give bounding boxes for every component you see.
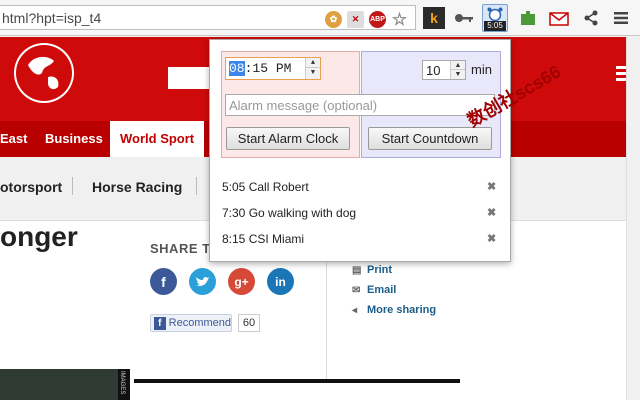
alarm-clock-popup: 08:15 PM ▲ ▼ 10 ▲ ▼ min Alarm message (opt…	[209, 39, 511, 262]
image-border	[134, 379, 460, 383]
time-hour: 08	[229, 61, 245, 76]
spin-up-icon[interactable]: ▲	[306, 58, 320, 68]
alarm-message-input[interactable]: Alarm message (optional)	[225, 94, 495, 116]
alarm-badge: 5:05	[484, 21, 506, 31]
key-icon[interactable]	[453, 7, 475, 29]
email-link[interactable]: ✉ Email	[352, 284, 396, 296]
adblock-icon[interactable]: ABP	[369, 11, 386, 28]
linkedin-share-icon[interactable]: in	[267, 268, 294, 295]
countdown-spinner[interactable]: ▲ ▼	[450, 61, 465, 79]
page-scrollbar[interactable]	[626, 37, 640, 400]
nav-business[interactable]: Business	[45, 121, 103, 157]
print-label: Print	[367, 264, 393, 276]
alarm-time-input[interactable]: 08:15 PM ▲ ▼	[225, 57, 321, 80]
google-plus-share-icon[interactable]: g+	[228, 268, 255, 295]
more-sharing-link[interactable]: ◂ More sharing	[352, 304, 436, 316]
alarm-list-item: 5:05 Call Robert	[222, 180, 309, 194]
time-spinner[interactable]: ▲ ▼	[305, 58, 320, 79]
facebook-share-icon[interactable]: f	[150, 268, 177, 295]
recommend-label: Recommend	[168, 317, 231, 329]
image-credit-strip: IMAGES	[118, 369, 130, 400]
subnav-horse-racing[interactable]: Horse Racing	[92, 179, 182, 195]
countdown-minutes-input[interactable]: 10 ▲ ▼	[422, 60, 466, 80]
browser-toolbar: html?hpt=isp_t4 ✿ ✕ ABP ☆ k 5:05	[0, 0, 640, 36]
globe-logo-icon[interactable]	[14, 43, 74, 103]
puzzle-extension-icon[interactable]	[517, 7, 539, 29]
envelope-icon: ✉	[352, 285, 361, 296]
countdown-value: 10	[426, 63, 441, 78]
klout-icon[interactable]: k	[423, 7, 445, 29]
article-image[interactable]	[0, 369, 118, 400]
spin-down-icon[interactable]: ▼	[306, 68, 320, 78]
share-arrow-icon: ◂	[352, 305, 358, 316]
remove-alarm-icon[interactable]: ✖	[487, 232, 496, 245]
time-rest: :15 PM	[244, 61, 292, 76]
address-bar[interactable]: html?hpt=isp_t4 ✿ ✕ ABP ☆	[0, 5, 416, 30]
url-text: html?hpt=isp_t4	[2, 10, 102, 26]
chrome-menu-icon[interactable]	[610, 7, 632, 29]
mail-extension-icon[interactable]	[548, 7, 570, 29]
alarm-clock-extension-icon[interactable]: 5:05	[482, 4, 508, 32]
cookie-icon[interactable]: ✿	[325, 11, 342, 28]
divider	[326, 261, 327, 381]
subnav-motorsport[interactable]: otorsport	[0, 179, 62, 195]
print-link[interactable]: ▤ Print	[352, 264, 392, 276]
recommend-button[interactable]: f Recommend	[150, 314, 232, 332]
facebook-icon: f	[154, 316, 166, 330]
print-icon: ▤	[352, 265, 362, 276]
email-label: Email	[367, 284, 397, 296]
countdown-unit-label: min	[471, 62, 492, 77]
spin-up-icon[interactable]: ▲	[451, 61, 465, 70]
article-headline: onger	[0, 221, 78, 252]
subnav-divider	[72, 177, 73, 195]
remove-alarm-icon[interactable]: ✖	[487, 180, 496, 193]
image-credit-text: IMAGES	[119, 371, 125, 395]
alarm-list-item: 8:15 CSI Miami	[222, 232, 305, 246]
nav-world-sport[interactable]: World Sport	[110, 121, 205, 157]
share-icon[interactable]	[580, 7, 602, 29]
recommend-count: 60	[238, 314, 260, 332]
twitter-share-icon[interactable]	[189, 268, 216, 295]
blocked-popup-icon[interactable]: ✕	[347, 11, 364, 28]
more-sharing-label: More sharing	[367, 304, 437, 316]
star-icon[interactable]: ☆	[391, 10, 408, 29]
subnav-divider	[196, 177, 197, 195]
start-alarm-button[interactable]: Start Alarm Clock	[226, 127, 350, 150]
spin-down-icon[interactable]: ▼	[451, 70, 465, 79]
remove-alarm-icon[interactable]: ✖	[487, 206, 496, 219]
klout-label: k	[430, 10, 438, 26]
nav-east[interactable]: East	[0, 121, 27, 157]
alarm-list-item: 7:30 Go walking with dog	[222, 206, 357, 220]
